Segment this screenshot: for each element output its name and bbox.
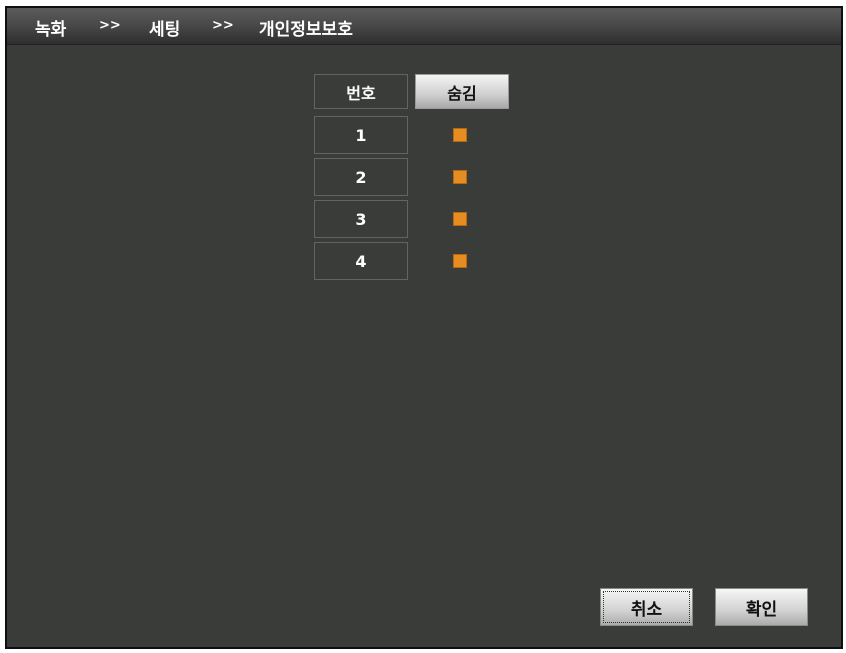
breadcrumb-item-settings[interactable]: 세팅 <box>149 15 180 40</box>
table-row: 3 <box>7 200 841 238</box>
row-number-cell: 4 <box>314 242 408 280</box>
row-number-cell: 1 <box>314 116 408 154</box>
table-row: 2 <box>7 158 841 196</box>
cancel-button[interactable]: 취소 <box>600 588 693 626</box>
table-row: 4 <box>7 242 841 280</box>
ok-button-label: 확인 <box>745 599 778 620</box>
table-row: 1 <box>7 116 841 154</box>
breadcrumb-separator: >> <box>99 18 121 33</box>
column-header-number: 번호 <box>314 74 408 109</box>
ok-button[interactable]: 확인 <box>715 588 808 626</box>
breadcrumb-item-privacy: 개인정보보호 <box>259 20 353 40</box>
hide-checkbox[interactable] <box>453 128 467 142</box>
hide-checkbox[interactable] <box>453 170 467 184</box>
row-number-cell: 2 <box>314 158 408 196</box>
focus-outline <box>603 591 690 623</box>
hide-checkbox[interactable] <box>453 212 467 226</box>
privacy-settings-window: 녹화 >> 세팅 >> 개인정보보호 번호 숨김 1 2 3 4 취소 확인 <box>5 6 843 649</box>
hide-checkbox[interactable] <box>453 254 467 268</box>
breadcrumb-separator: >> <box>212 18 234 33</box>
breadcrumb-item-record[interactable]: 녹화 <box>35 15 66 40</box>
row-number-cell: 3 <box>314 200 408 238</box>
column-header-hide[interactable]: 숨김 <box>415 74 509 109</box>
breadcrumb: 녹화 >> 세팅 >> 개인정보보호 <box>7 8 841 45</box>
